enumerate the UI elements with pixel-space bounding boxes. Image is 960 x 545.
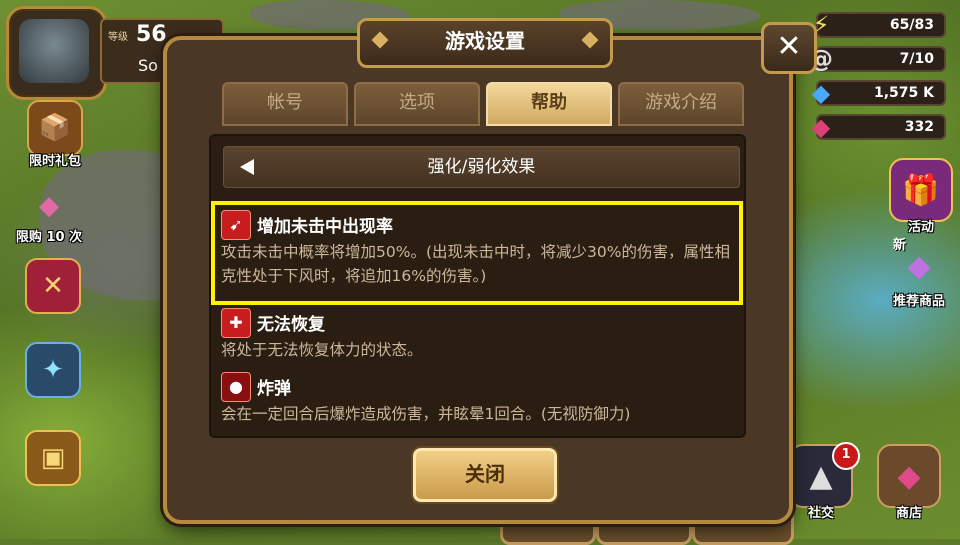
summon-button[interactable]: ✦ (18, 342, 88, 398)
miss-up-icon: ➹ (221, 210, 251, 240)
dialog-title: 游戏设置 (445, 29, 525, 53)
gift-box-icon: 🎁 (889, 158, 953, 222)
shop-crystal-icon: ◆ (877, 444, 941, 508)
crystal-counter[interactable]: ◆ 332 (812, 113, 946, 141)
title-ornament-icon (371, 31, 389, 49)
effect-description: 会在一定回合后爆炸造成伤害，并眩晕1回合。(无视防御力) (221, 405, 631, 423)
energy-value: 65/83 (889, 17, 934, 33)
limited-purchase-button[interactable]: ◆ 限购 10 次 (14, 180, 84, 245)
level-label: 等级 (108, 32, 128, 43)
title-ornament-icon (581, 31, 599, 49)
player-avatar (19, 19, 89, 83)
effect-name: 无法恢复 (257, 315, 325, 335)
limited-purchase-label: 限购 10 次 (15, 230, 83, 245)
crystal-value: 332 (904, 119, 934, 135)
shop-button[interactable]: ◆ 商店 (870, 444, 948, 521)
effect-description: 攻击未击中概率将增加50%。(出现未击中时，将减少30%的伤害，属性相克性处于下… (221, 243, 730, 285)
arena-wing-value: 7/10 (899, 51, 934, 67)
red-crystal-icon: ◆ (811, 113, 831, 141)
section-title: 强化/弱化效果 (427, 157, 536, 177)
energy-counter[interactable]: ⚡ 65/83 (813, 11, 946, 39)
help-content-panel[interactable]: 强化/弱化效果 ➹ 增加未击中出现率 攻击未击中概率将增加50%。(出现未击中时… (209, 134, 746, 438)
no-heal-icon: ✚ (221, 308, 251, 338)
effect-name: 增加未击中出现率 (257, 217, 393, 237)
treasure-chest-icon: ▣ (25, 430, 81, 486)
player-name: So (138, 56, 158, 75)
banner-icon: ✕ (25, 258, 81, 314)
gift-pack-icon: 📦 (27, 100, 83, 156)
effect-name: 炸弹 (257, 379, 291, 399)
level-value: 56 (136, 22, 167, 47)
tab-help[interactable]: 帮助 (486, 82, 612, 126)
game-settings-dialog: 游戏设置 帐号 选项 帮助 游戏介绍 强化/弱化效果 ➹ 增加未击中出现率 攻击… (163, 18, 793, 524)
blue-flame-icon: ✦ (25, 342, 81, 398)
new-tag: 新 (893, 238, 907, 253)
social-label: 社交 (807, 506, 834, 521)
event-button[interactable]: 🎁 活动 (882, 158, 960, 235)
crystal-icon: ◆ (39, 191, 59, 221)
bomb-icon: ● (221, 372, 251, 402)
treasure-chest-button[interactable]: ▣ (18, 430, 88, 486)
mana-counter[interactable]: ◆ 1,575 K (812, 79, 946, 107)
tab-game-intro[interactable]: 游戏介绍 (618, 82, 744, 126)
arena-wing-counter[interactable]: @ 7/10 (809, 45, 946, 73)
close-icon[interactable]: ✕ (761, 22, 817, 74)
tab-account[interactable]: 帐号 (222, 82, 348, 126)
dialog-title-plate: 游戏设置 (357, 18, 613, 68)
limited-gift-pack-button[interactable]: 📦 限时礼包 (20, 100, 90, 169)
shop-label: 商店 (895, 506, 922, 521)
limited-gift-pack-label: 限时礼包 (28, 154, 81, 169)
close-dialog-button[interactable]: 关闭 (413, 448, 557, 502)
back-arrow-icon[interactable] (240, 159, 254, 175)
recommended-items-button[interactable]: ◆ 新 推荐商品 (880, 236, 958, 309)
tab-options[interactable]: 选项 (354, 82, 480, 126)
mana-value: 1,575 K (873, 85, 934, 101)
social-notification-badge: 1 (832, 442, 860, 470)
event-banner-button[interactable]: ✕ (18, 258, 88, 314)
effect-description: 将处于无法恢复体力的状态。 (221, 341, 423, 359)
new-items-icon: ◆ 新 (889, 236, 949, 296)
blue-crystal-icon: ◆ (811, 79, 831, 107)
player-avatar-frame[interactable] (6, 6, 107, 100)
section-header-bar[interactable]: 强化/弱化效果 (223, 146, 740, 188)
event-label: 活动 (907, 220, 934, 235)
